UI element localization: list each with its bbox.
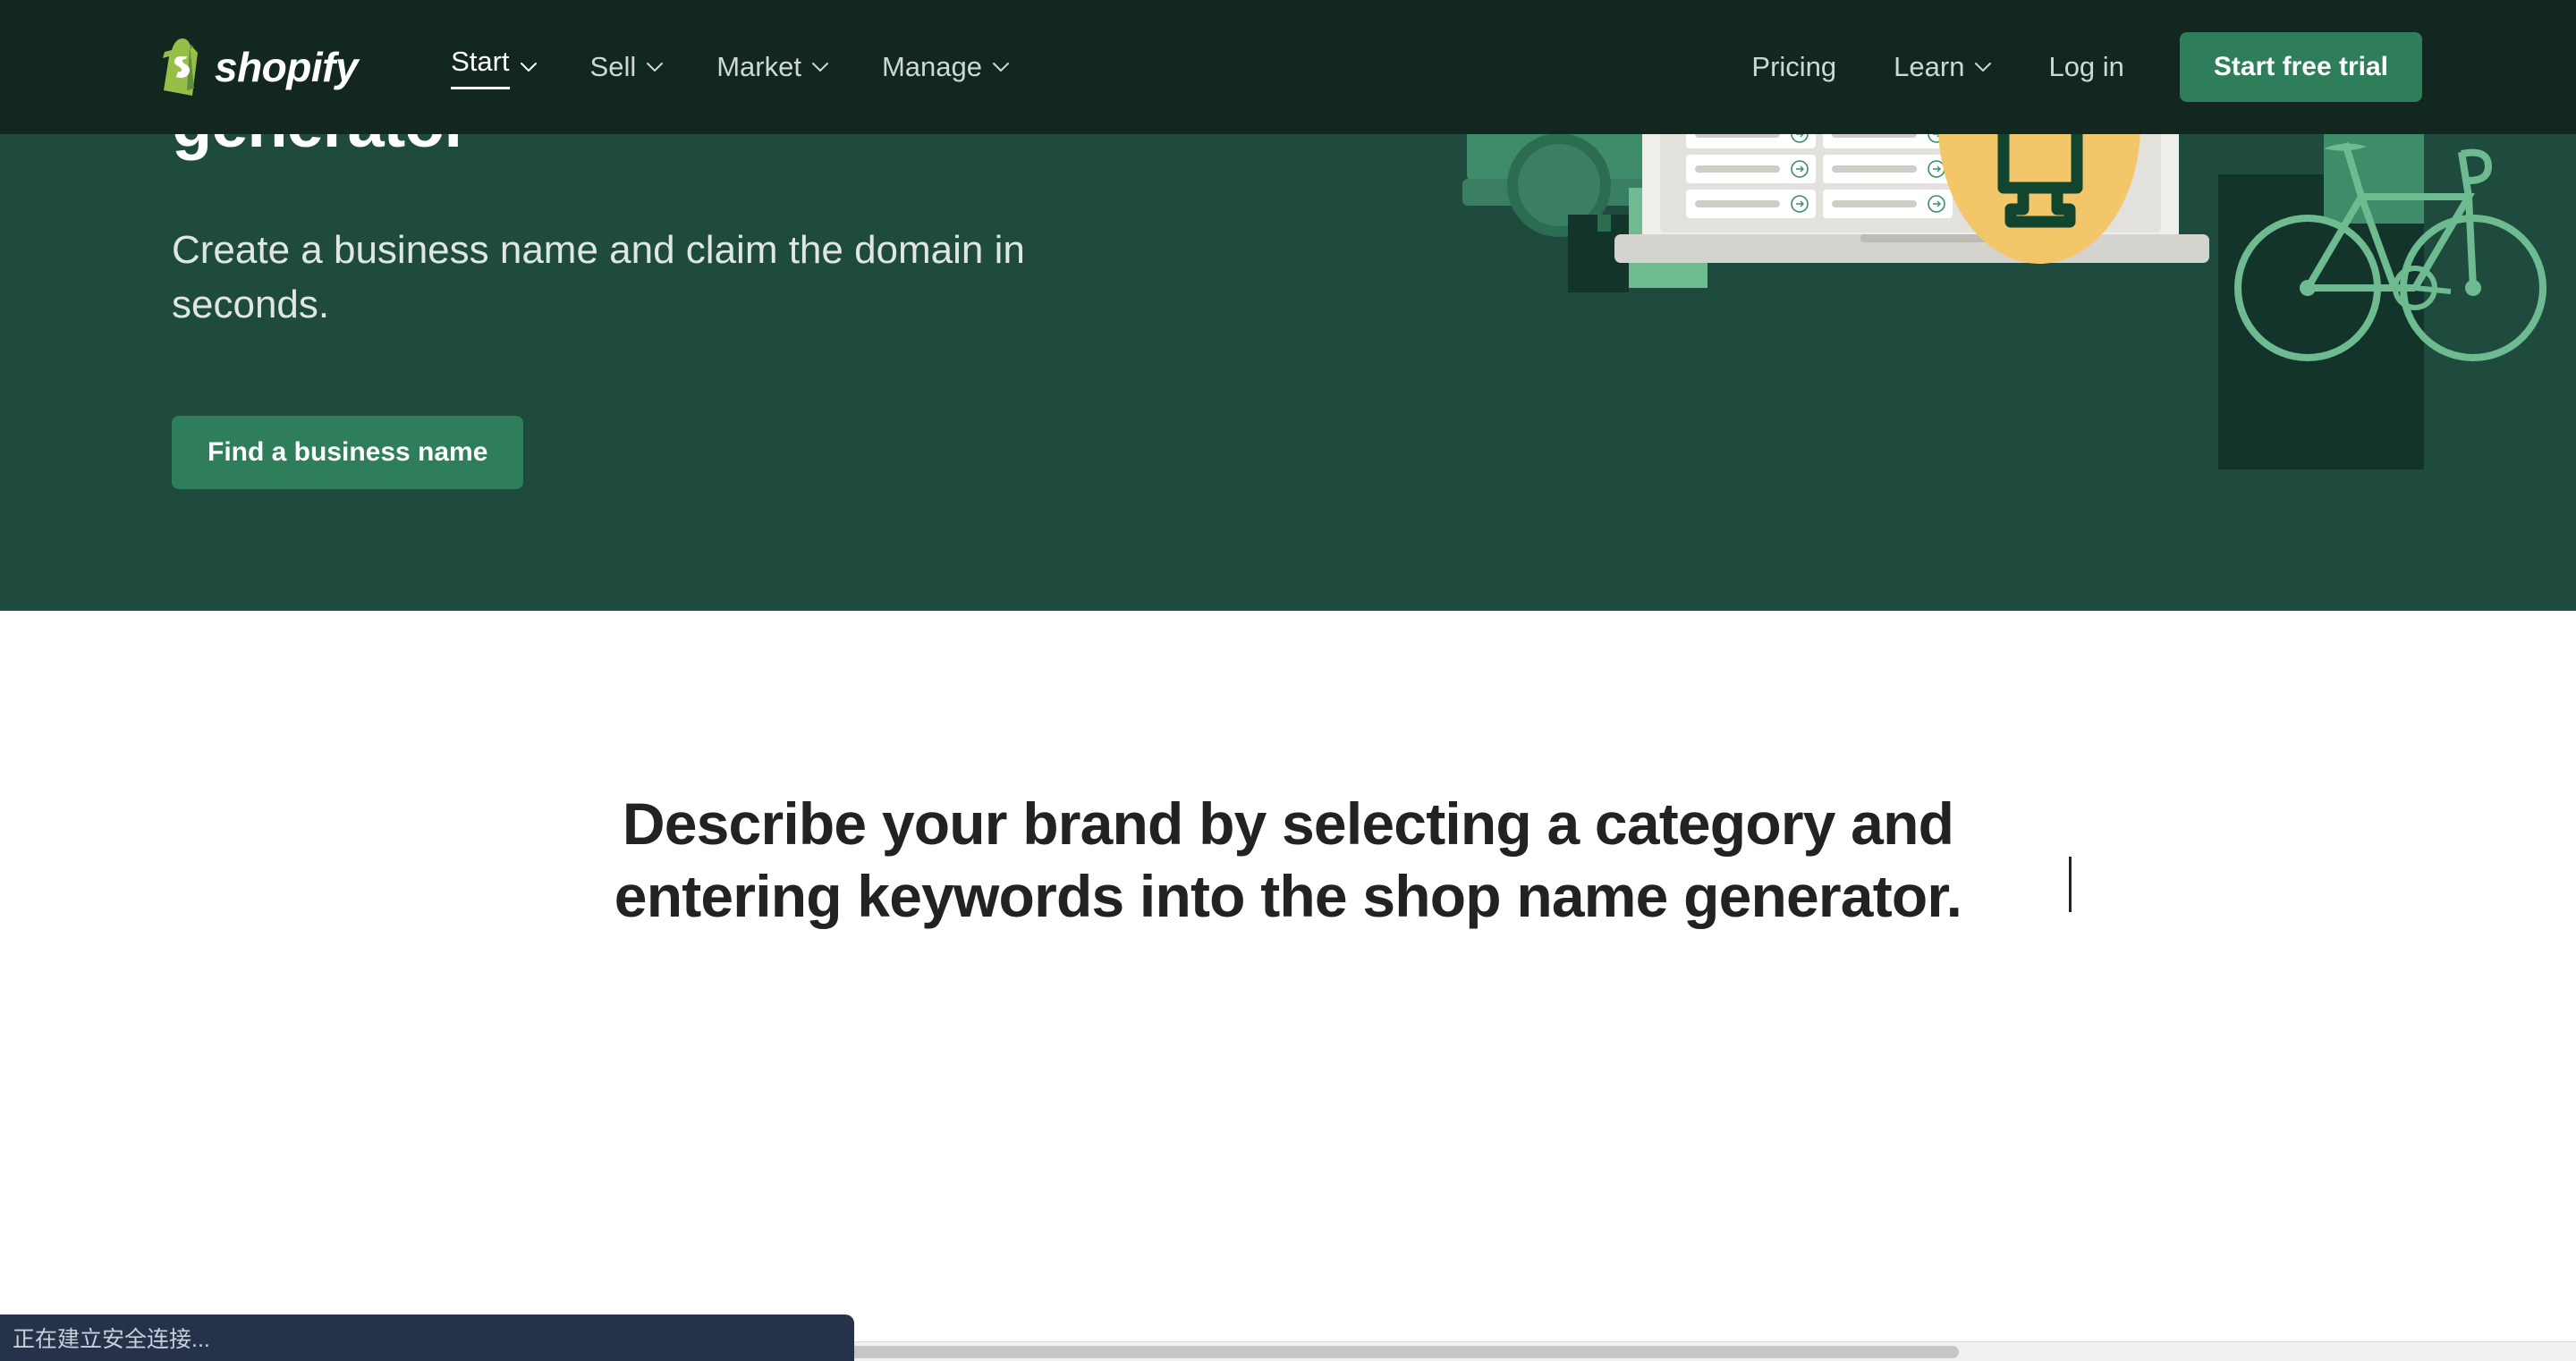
nav-item-learn-label: Learn [1894, 51, 1965, 82]
nav-item-manage[interactable]: Manage [855, 51, 1036, 83]
page-title: Describe your brand by selecting a categ… [0, 788, 2576, 932]
nav-right-group: Pricing Learn Log in Start free trial [1723, 32, 2576, 102]
nav-left-group: shopify Start Sell Market Manage [0, 37, 1036, 97]
browser-status-bar: 正在建立安全连接... [0, 1315, 854, 1361]
nav-item-pricing[interactable]: Pricing [1723, 51, 1865, 83]
top-navigation-bar: shopify Start Sell Market Manage Pricing… [0, 0, 2576, 134]
nav-item-learn[interactable]: Learn [1865, 51, 2020, 83]
nav-item-market[interactable]: Market [690, 51, 855, 83]
chevron-down-icon [647, 62, 664, 72]
find-business-name-button[interactable]: Find a business name [172, 416, 524, 489]
page-title-line-2: entering keywords into the shop name gen… [614, 862, 1962, 929]
nav-item-sell[interactable]: Sell [564, 51, 691, 83]
nav-item-manage-label: Manage [881, 51, 983, 82]
shopify-logo[interactable]: shopify [154, 37, 359, 97]
page-title-line-1: Describe your brand by selecting a categ… [622, 790, 1954, 857]
chevron-down-icon [520, 62, 537, 72]
nav-item-login-label: Log in [2048, 51, 2124, 82]
nav-item-sell-label: Sell [589, 51, 637, 82]
chevron-down-icon [993, 62, 1010, 72]
text-cursor-caret [2069, 857, 2072, 912]
nav-item-pricing-label: Pricing [1751, 51, 1837, 82]
page-root: generator Create a business name and cla… [0, 0, 2576, 1361]
hero-subtitle: Create a business name and claim the dom… [172, 228, 1025, 326]
chevron-down-icon [1975, 62, 1992, 72]
shopify-bag-icon [154, 37, 208, 97]
shopify-wordmark: shopify [215, 44, 359, 90]
primary-nav-links: Start Sell Market Manage [424, 46, 1036, 89]
nav-item-start-label: Start [451, 46, 510, 89]
chevron-down-icon [811, 62, 828, 72]
main-content: Describe your brand by selecting a categ… [0, 611, 2576, 1361]
nav-item-start[interactable]: Start [424, 46, 563, 89]
nav-item-login[interactable]: Log in [2020, 51, 2152, 83]
start-free-trial-button[interactable]: Start free trial [2179, 32, 2422, 102]
nav-item-market-label: Market [716, 51, 801, 82]
